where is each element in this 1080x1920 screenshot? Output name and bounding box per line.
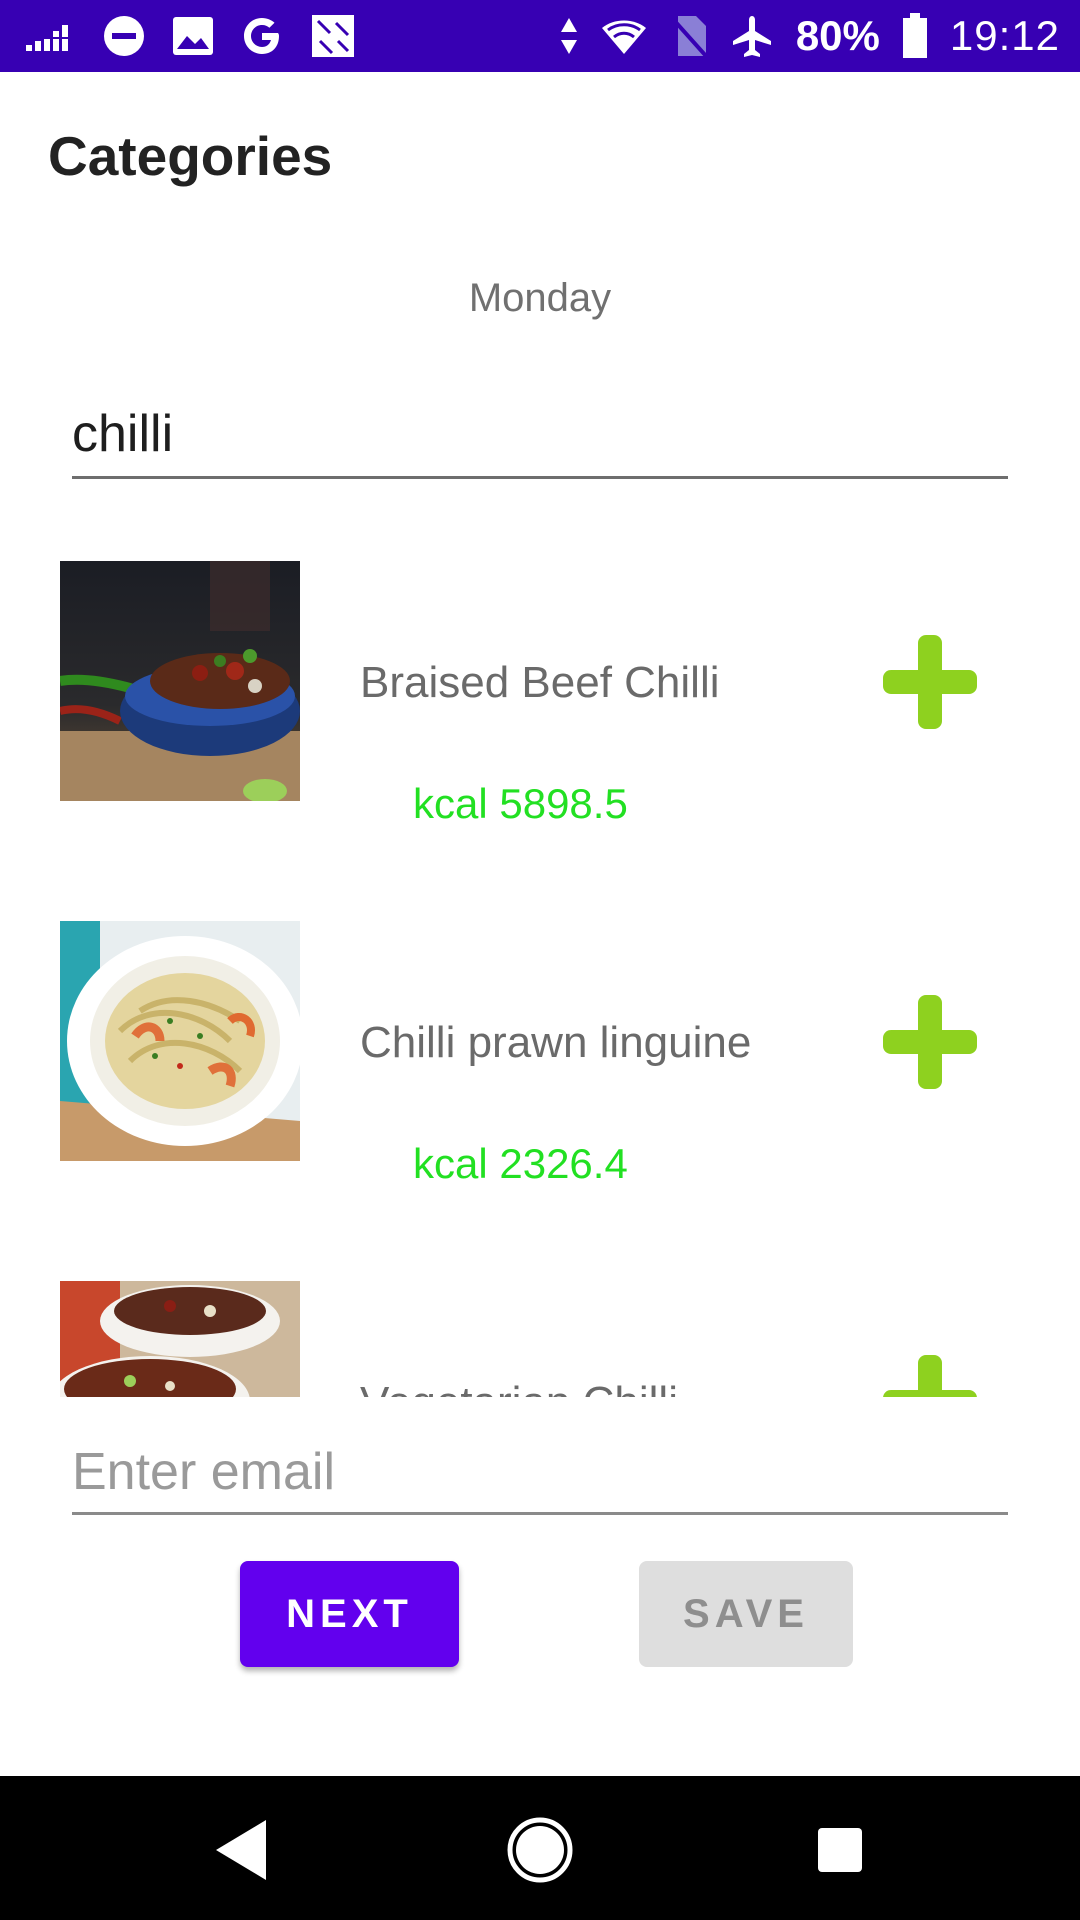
day-label: Monday [468,276,612,320]
list-item[interactable]: Chilli prawn linguine kcal 2326.4 [0,900,1080,1230]
plus-icon [883,995,977,1089]
add-meal-button[interactable] [880,632,980,732]
save-button[interactable]: SAVE [639,1561,853,1667]
clock: 19:12 [949,12,1060,59]
gallery-icon [172,16,214,56]
do-not-disturb-icon [102,14,146,58]
back-icon[interactable] [202,1810,282,1890]
status-bar: 80% 19:12 [0,0,1080,72]
meal-name: Chilli prawn linguine [360,1018,752,1067]
beef-chilli-photo [60,561,300,801]
plus-icon [883,1355,977,1397]
list-item[interactable]: Braised Beef Chilli kcal 5898.5 [0,540,1080,870]
wifi-icon [600,16,648,56]
list-item[interactable]: Vegetarian Chilli [0,1260,1080,1397]
add-meal-button[interactable] [880,1352,980,1397]
prawn-linguine-photo [60,921,300,1161]
email-field[interactable] [72,1432,1008,1515]
google-icon [240,14,284,58]
data-arrows-icon [560,16,578,56]
vegetarian-chilli-photo [60,1281,300,1397]
status-left-icons [26,10,356,62]
app-icon [310,13,356,59]
recents-icon[interactable] [800,1810,880,1890]
battery-icon [902,13,928,59]
meal-list[interactable]: Braised Beef Chilli kcal 5898.5 Chilli p… [0,540,1080,1397]
page-title: Categories [48,125,333,187]
plus-icon [883,635,977,729]
no-sim-icon [670,14,708,58]
home-icon[interactable] [500,1810,580,1890]
battery-percent: 80% [795,12,880,59]
meal-name: Braised Beef Chilli [360,658,720,707]
signal-bars-icon [26,21,76,51]
meal-name: Vegetarian Chilli [360,1378,678,1397]
airplane-icon [730,14,774,58]
navigation-bar [0,1776,1080,1920]
meal-kcal: kcal 2326.4 [413,1140,628,1187]
search-input[interactable] [72,392,1008,479]
meal-kcal: kcal 5898.5 [413,780,628,827]
next-button[interactable]: NEXT [240,1561,459,1667]
add-meal-button[interactable] [880,992,980,1092]
status-right-icons: 80% 19:12 [560,10,1060,62]
